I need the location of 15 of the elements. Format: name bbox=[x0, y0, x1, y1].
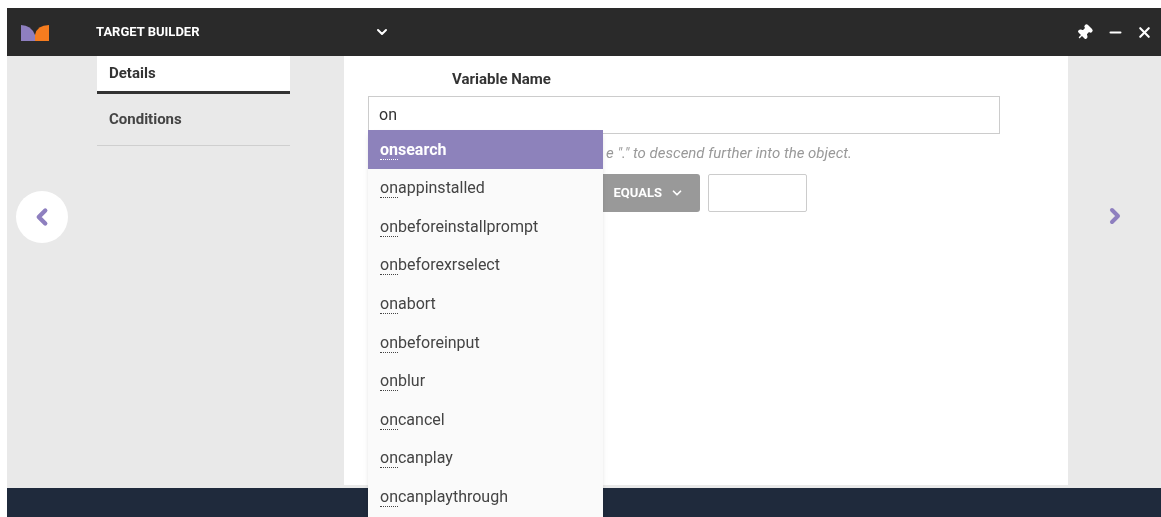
suggestion-item[interactable]: oncanplaythrough bbox=[368, 477, 603, 517]
logo-icon bbox=[21, 23, 49, 41]
tab[interactable]: Details bbox=[97, 56, 290, 94]
suggestion-item[interactable]: onblur bbox=[368, 361, 603, 401]
tab[interactable]: Conditions bbox=[97, 94, 290, 146]
suggestion-item[interactable]: oncanplay bbox=[368, 439, 603, 478]
suggestion-item[interactable]: onbeforeinput bbox=[368, 323, 603, 362]
suggestion-item[interactable]: oncancel bbox=[368, 400, 603, 440]
field-label: Variable Name bbox=[452, 69, 552, 90]
previous-button[interactable] bbox=[16, 191, 68, 243]
suggestion-item[interactable]: onbeforexrselect bbox=[368, 246, 603, 285]
hint-text: e "." to descend further into the object. bbox=[606, 143, 852, 165]
suggestion-item[interactable]: onabort bbox=[368, 284, 603, 324]
value-field[interactable] bbox=[708, 173, 807, 212]
window-title: TARGET BUILDER bbox=[96, 23, 201, 42]
